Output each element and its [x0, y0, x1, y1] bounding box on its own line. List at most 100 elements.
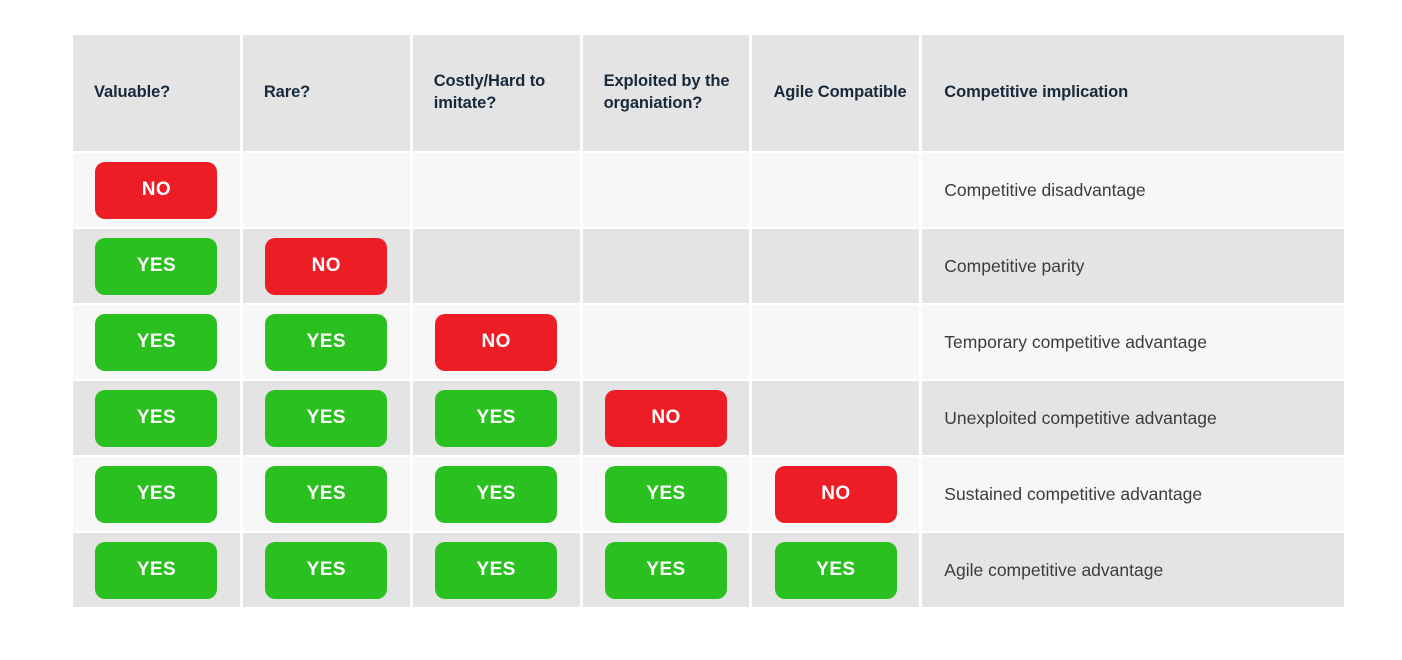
table-row: YES YES YES NO Unexploited competitive a…: [73, 381, 1344, 455]
answer-badge-yes: YES: [95, 389, 218, 447]
empty-cell: [752, 381, 919, 455]
empty-cell: [583, 153, 750, 227]
criteria-cell-exploited: [582, 229, 750, 303]
answer-badge-yes: YES: [435, 465, 558, 523]
column-header-label: Valuable?: [94, 83, 171, 102]
implication-cell: Temporary competitive advantage: [922, 305, 1344, 379]
implication-cell: Agile competitive advantage: [922, 533, 1344, 607]
criteria-cell-rare: NO: [242, 229, 410, 303]
column-header-competitive-implication: Competitive implication: [922, 35, 1344, 151]
implication-cell: Competitive parity: [922, 229, 1344, 303]
answer-badge-no: NO: [95, 161, 218, 219]
implication-text: Competitive disadvantage: [944, 179, 1146, 200]
implication-text: Temporary competitive advantage: [944, 331, 1207, 352]
answer-badge-yes: YES: [95, 237, 218, 295]
answer-badge-yes: YES: [265, 389, 388, 447]
implication-text: Unexploited competitive advantage: [944, 407, 1217, 428]
cell-content: YES: [73, 457, 240, 531]
answer-badge-yes: YES: [265, 313, 388, 371]
cell-content: YES: [73, 305, 240, 379]
implication-text: Competitive parity: [944, 255, 1085, 276]
vrio-table: Valuable? Rare? Costly/Hard to imitate? …: [70, 33, 1347, 609]
answer-badge-no: NO: [774, 465, 897, 523]
implication-cell: Competitive disadvantage: [922, 153, 1344, 227]
cell-content: YES: [413, 533, 580, 607]
criteria-cell-costly: YES: [412, 457, 580, 531]
column-header-label: Agile Compatible: [773, 83, 907, 102]
criteria-cell-valuable: YES: [73, 229, 240, 303]
table-row: YES YES YES YES: [73, 457, 1344, 531]
criteria-cell-exploited: YES: [582, 533, 750, 607]
criteria-cell-rare: YES: [242, 457, 410, 531]
empty-cell: [752, 153, 919, 227]
criteria-cell-agile: [752, 381, 920, 455]
cell-content: YES: [73, 381, 240, 455]
table-body: NO Competitive disadvantage YES NO Compe…: [73, 153, 1344, 607]
answer-badge-no: NO: [605, 389, 727, 447]
answer-badge-yes: YES: [605, 541, 727, 599]
cell-content: NO: [413, 305, 580, 379]
empty-cell: [413, 153, 580, 227]
implication-text: Sustained competitive advantage: [944, 483, 1203, 504]
implication-text: Agile competitive advantage: [944, 559, 1164, 580]
criteria-cell-exploited: YES: [582, 457, 750, 531]
answer-badge-no: NO: [435, 313, 558, 371]
answer-badge-yes: YES: [435, 541, 558, 599]
criteria-cell-agile: NO: [752, 457, 920, 531]
cell-content: YES: [73, 533, 240, 607]
table-row: YES NO Competitive parity: [73, 229, 1344, 303]
criteria-cell-costly: YES: [412, 381, 580, 455]
criteria-cell-costly: YES: [412, 533, 580, 607]
criteria-cell-exploited: NO: [582, 381, 750, 455]
table-row: YES YES YES YES: [73, 533, 1344, 607]
criteria-cell-rare: YES: [242, 533, 410, 607]
cell-content: YES: [243, 381, 410, 455]
implication-cell: Sustained competitive advantage: [922, 457, 1344, 531]
answer-badge-yes: YES: [95, 465, 218, 523]
column-header-label: Costly/Hard to imitate?: [433, 72, 546, 112]
answer-badge-no: NO: [265, 237, 388, 295]
criteria-cell-costly: [412, 229, 580, 303]
answer-badge-yes: YES: [435, 389, 558, 447]
column-header-costly-hard-to-imitate: Costly/Hard to imitate?: [412, 35, 580, 151]
cell-content: YES: [413, 457, 580, 531]
column-header-label: Exploited by the organiation?: [603, 72, 730, 112]
cell-content: NO: [752, 457, 919, 531]
column-header-label: Rare?: [263, 83, 311, 102]
answer-badge-yes: YES: [265, 541, 388, 599]
table-header: Valuable? Rare? Costly/Hard to imitate? …: [73, 35, 1344, 151]
criteria-cell-valuable: YES: [73, 457, 240, 531]
column-header-valuable: Valuable?: [73, 35, 240, 151]
empty-cell: [752, 229, 919, 303]
criteria-cell-valuable: NO: [73, 153, 240, 227]
criteria-cell-rare: YES: [242, 381, 410, 455]
cell-content: YES: [243, 533, 410, 607]
cell-content: NO: [73, 153, 240, 227]
cell-content: NO: [583, 381, 750, 455]
cell-content: YES: [752, 533, 919, 607]
criteria-cell-costly: NO: [412, 305, 580, 379]
criteria-cell-exploited: [582, 153, 750, 227]
cell-content: YES: [243, 457, 410, 531]
answer-badge-yes: YES: [774, 541, 897, 599]
column-header-label: Competitive implication: [944, 83, 1129, 102]
cell-content: YES: [583, 533, 750, 607]
empty-cell: [413, 229, 580, 303]
criteria-cell-valuable: YES: [73, 305, 240, 379]
cell-content: YES: [413, 381, 580, 455]
answer-badge-yes: YES: [95, 313, 218, 371]
answer-badge-yes: YES: [605, 465, 727, 523]
vrio-framework-page: Valuable? Rare? Costly/Hard to imitate? …: [0, 0, 1402, 660]
criteria-cell-agile: [752, 229, 920, 303]
criteria-cell-agile: YES: [752, 533, 920, 607]
column-header-exploited-by-the-organisation: Exploited by the organiation?: [582, 35, 750, 151]
criteria-cell-rare: [242, 153, 410, 227]
criteria-cell-exploited: [582, 305, 750, 379]
empty-cell: [583, 305, 750, 379]
criteria-cell-agile: [752, 153, 920, 227]
table-row: NO Competitive disadvantage: [73, 153, 1344, 227]
header-row: Valuable? Rare? Costly/Hard to imitate? …: [73, 35, 1344, 151]
empty-cell: [243, 153, 410, 227]
criteria-cell-agile: [752, 305, 920, 379]
criteria-cell-rare: YES: [242, 305, 410, 379]
